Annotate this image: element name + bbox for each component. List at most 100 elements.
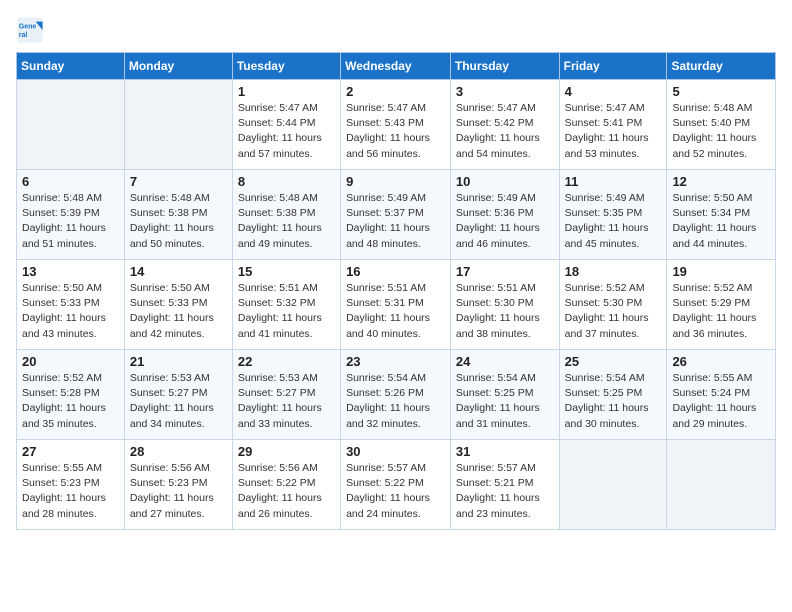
day-number: 30 [346, 444, 445, 459]
day-number: 11 [565, 174, 662, 189]
day-number: 2 [346, 84, 445, 99]
day-info: Sunrise: 5:54 AM Sunset: 5:26 PM Dayligh… [346, 371, 445, 432]
day-number: 8 [238, 174, 335, 189]
day-number: 5 [672, 84, 770, 99]
day-info: Sunrise: 5:49 AM Sunset: 5:35 PM Dayligh… [565, 191, 662, 252]
calendar-cell: 22 Sunrise: 5:53 AM Sunset: 5:27 PM Dayli… [232, 350, 340, 440]
day-info: Sunrise: 5:56 AM Sunset: 5:23 PM Dayligh… [130, 461, 227, 522]
calendar-cell: 2Sunrise: 5:47 AM Sunset: 5:43 PM Daylig… [341, 80, 451, 170]
calendar-cell [559, 440, 667, 530]
calendar-cell: 11 Sunrise: 5:49 AM Sunset: 5:35 PM Dayli… [559, 170, 667, 260]
day-number: 17 [456, 264, 554, 279]
day-number: 3 [456, 84, 554, 99]
calendar-cell: 1 Sunrise: 5:47 AM Sunset: 5:44 PM Daylig… [232, 80, 340, 170]
day-info: Sunrise: 5:48 AM Sunset: 5:38 PM Dayligh… [238, 191, 335, 252]
day-info: Sunrise: 5:57 AM Sunset: 5:21 PM Dayligh… [456, 461, 554, 522]
calendar-cell: 7Sunrise: 5:48 AM Sunset: 5:38 PM Daylig… [124, 170, 232, 260]
calendar-cell: 14 Sunrise: 5:50 AM Sunset: 5:33 PM Dayli… [124, 260, 232, 350]
day-info: Sunrise: 5:54 AM Sunset: 5:25 PM Dayligh… [456, 371, 554, 432]
day-info: Sunrise: 5:47 AM Sunset: 5:42 PM Dayligh… [456, 101, 554, 162]
calendar-cell: 31 Sunrise: 5:57 AM Sunset: 5:21 PM Dayli… [450, 440, 559, 530]
calendar-cell: 3 Sunrise: 5:47 AM Sunset: 5:42 PM Daylig… [450, 80, 559, 170]
calendar-cell: 17 Sunrise: 5:51 AM Sunset: 5:30 PM Dayli… [450, 260, 559, 350]
day-info: Sunrise: 5:53 AM Sunset: 5:27 PM Dayligh… [238, 371, 335, 432]
day-number: 6 [22, 174, 119, 189]
calendar-week-3: 13 Sunrise: 5:50 AM Sunset: 5:33 PM Dayli… [17, 260, 776, 350]
day-number: 14 [130, 264, 227, 279]
weekday-header-wednesday: Wednesday [341, 53, 451, 80]
calendar-table: SundayMondayTuesdayWednesdayThursdayFrid… [16, 52, 776, 530]
logo-icon: Gene ral [16, 16, 44, 44]
calendar-cell: 24 Sunrise: 5:54 AM Sunset: 5:25 PM Dayli… [450, 350, 559, 440]
day-number: 28 [130, 444, 227, 459]
calendar-cell: 18 Sunrise: 5:52 AM Sunset: 5:30 PM Dayli… [559, 260, 667, 350]
day-info: Sunrise: 5:55 AM Sunset: 5:24 PM Dayligh… [672, 371, 770, 432]
day-number: 31 [456, 444, 554, 459]
calendar-cell [124, 80, 232, 170]
calendar-cell: 15 Sunrise: 5:51 AM Sunset: 5:32 PM Dayli… [232, 260, 340, 350]
day-number: 26 [672, 354, 770, 369]
calendar-cell: 10 Sunrise: 5:49 AM Sunset: 5:36 PM Dayli… [450, 170, 559, 260]
calendar-cell: 21Sunrise: 5:53 AM Sunset: 5:27 PM Dayli… [124, 350, 232, 440]
day-info: Sunrise: 5:50 AM Sunset: 5:33 PM Dayligh… [130, 281, 227, 342]
day-info: Sunrise: 5:57 AM Sunset: 5:22 PM Dayligh… [346, 461, 445, 522]
page-header: Gene ral [16, 16, 776, 44]
calendar-cell: 16 Sunrise: 5:51 AM Sunset: 5:31 PM Dayli… [341, 260, 451, 350]
day-number: 7 [130, 174, 227, 189]
calendar-cell: 29 Sunrise: 5:56 AM Sunset: 5:22 PM Dayli… [232, 440, 340, 530]
day-number: 9 [346, 174, 445, 189]
calendar-cell: 26 Sunrise: 5:55 AM Sunset: 5:24 PM Dayli… [667, 350, 776, 440]
weekday-header-row: SundayMondayTuesdayWednesdayThursdayFrid… [17, 53, 776, 80]
calendar-cell: 23Sunrise: 5:54 AM Sunset: 5:26 PM Dayli… [341, 350, 451, 440]
svg-text:Gene: Gene [19, 24, 37, 31]
calendar-cell: 13 Sunrise: 5:50 AM Sunset: 5:33 PM Dayli… [17, 260, 125, 350]
day-info: Sunrise: 5:49 AM Sunset: 5:36 PM Dayligh… [456, 191, 554, 252]
day-info: Sunrise: 5:48 AM Sunset: 5:40 PM Dayligh… [672, 101, 770, 162]
day-info: Sunrise: 5:52 AM Sunset: 5:30 PM Dayligh… [565, 281, 662, 342]
day-info: Sunrise: 5:56 AM Sunset: 5:22 PM Dayligh… [238, 461, 335, 522]
day-info: Sunrise: 5:50 AM Sunset: 5:33 PM Dayligh… [22, 281, 119, 342]
calendar-cell: 19 Sunrise: 5:52 AM Sunset: 5:29 PM Dayli… [667, 260, 776, 350]
calendar-cell: 30 Sunrise: 5:57 AM Sunset: 5:22 PM Dayli… [341, 440, 451, 530]
day-info: Sunrise: 5:51 AM Sunset: 5:32 PM Dayligh… [238, 281, 335, 342]
day-info: Sunrise: 5:55 AM Sunset: 5:23 PM Dayligh… [22, 461, 119, 522]
svg-text:ral: ral [19, 32, 28, 39]
day-number: 29 [238, 444, 335, 459]
day-number: 15 [238, 264, 335, 279]
weekday-header-tuesday: Tuesday [232, 53, 340, 80]
day-info: Sunrise: 5:51 AM Sunset: 5:31 PM Dayligh… [346, 281, 445, 342]
weekday-header-monday: Monday [124, 53, 232, 80]
day-number: 1 [238, 84, 335, 99]
day-info: Sunrise: 5:53 AM Sunset: 5:27 PM Dayligh… [130, 371, 227, 432]
day-info: Sunrise: 5:47 AM Sunset: 5:41 PM Dayligh… [565, 101, 662, 162]
day-number: 19 [672, 264, 770, 279]
day-info: Sunrise: 5:52 AM Sunset: 5:29 PM Dayligh… [672, 281, 770, 342]
day-number: 4 [565, 84, 662, 99]
calendar-week-4: 20 Sunrise: 5:52 AM Sunset: 5:28 PM Dayli… [17, 350, 776, 440]
day-number: 12 [672, 174, 770, 189]
day-number: 16 [346, 264, 445, 279]
day-number: 24 [456, 354, 554, 369]
day-number: 13 [22, 264, 119, 279]
calendar-cell: 27 Sunrise: 5:55 AM Sunset: 5:23 PM Dayli… [17, 440, 125, 530]
day-number: 20 [22, 354, 119, 369]
day-info: Sunrise: 5:49 AM Sunset: 5:37 PM Dayligh… [346, 191, 445, 252]
calendar-cell: 25Sunrise: 5:54 AM Sunset: 5:25 PM Dayli… [559, 350, 667, 440]
calendar-cell: 12Sunrise: 5:50 AM Sunset: 5:34 PM Dayli… [667, 170, 776, 260]
calendar-week-5: 27 Sunrise: 5:55 AM Sunset: 5:23 PM Dayli… [17, 440, 776, 530]
day-info: Sunrise: 5:47 AM Sunset: 5:44 PM Dayligh… [238, 101, 335, 162]
day-info: Sunrise: 5:51 AM Sunset: 5:30 PM Dayligh… [456, 281, 554, 342]
calendar-cell: 6 Sunrise: 5:48 AM Sunset: 5:39 PM Daylig… [17, 170, 125, 260]
day-number: 27 [22, 444, 119, 459]
calendar-cell: 20 Sunrise: 5:52 AM Sunset: 5:28 PM Dayli… [17, 350, 125, 440]
calendar-cell: 28 Sunrise: 5:56 AM Sunset: 5:23 PM Dayli… [124, 440, 232, 530]
day-number: 10 [456, 174, 554, 189]
day-info: Sunrise: 5:52 AM Sunset: 5:28 PM Dayligh… [22, 371, 119, 432]
logo: Gene ral [16, 16, 48, 44]
day-number: 22 [238, 354, 335, 369]
calendar-cell [17, 80, 125, 170]
weekday-header-saturday: Saturday [667, 53, 776, 80]
day-number: 18 [565, 264, 662, 279]
day-info: Sunrise: 5:48 AM Sunset: 5:39 PM Dayligh… [22, 191, 119, 252]
calendar-cell [667, 440, 776, 530]
